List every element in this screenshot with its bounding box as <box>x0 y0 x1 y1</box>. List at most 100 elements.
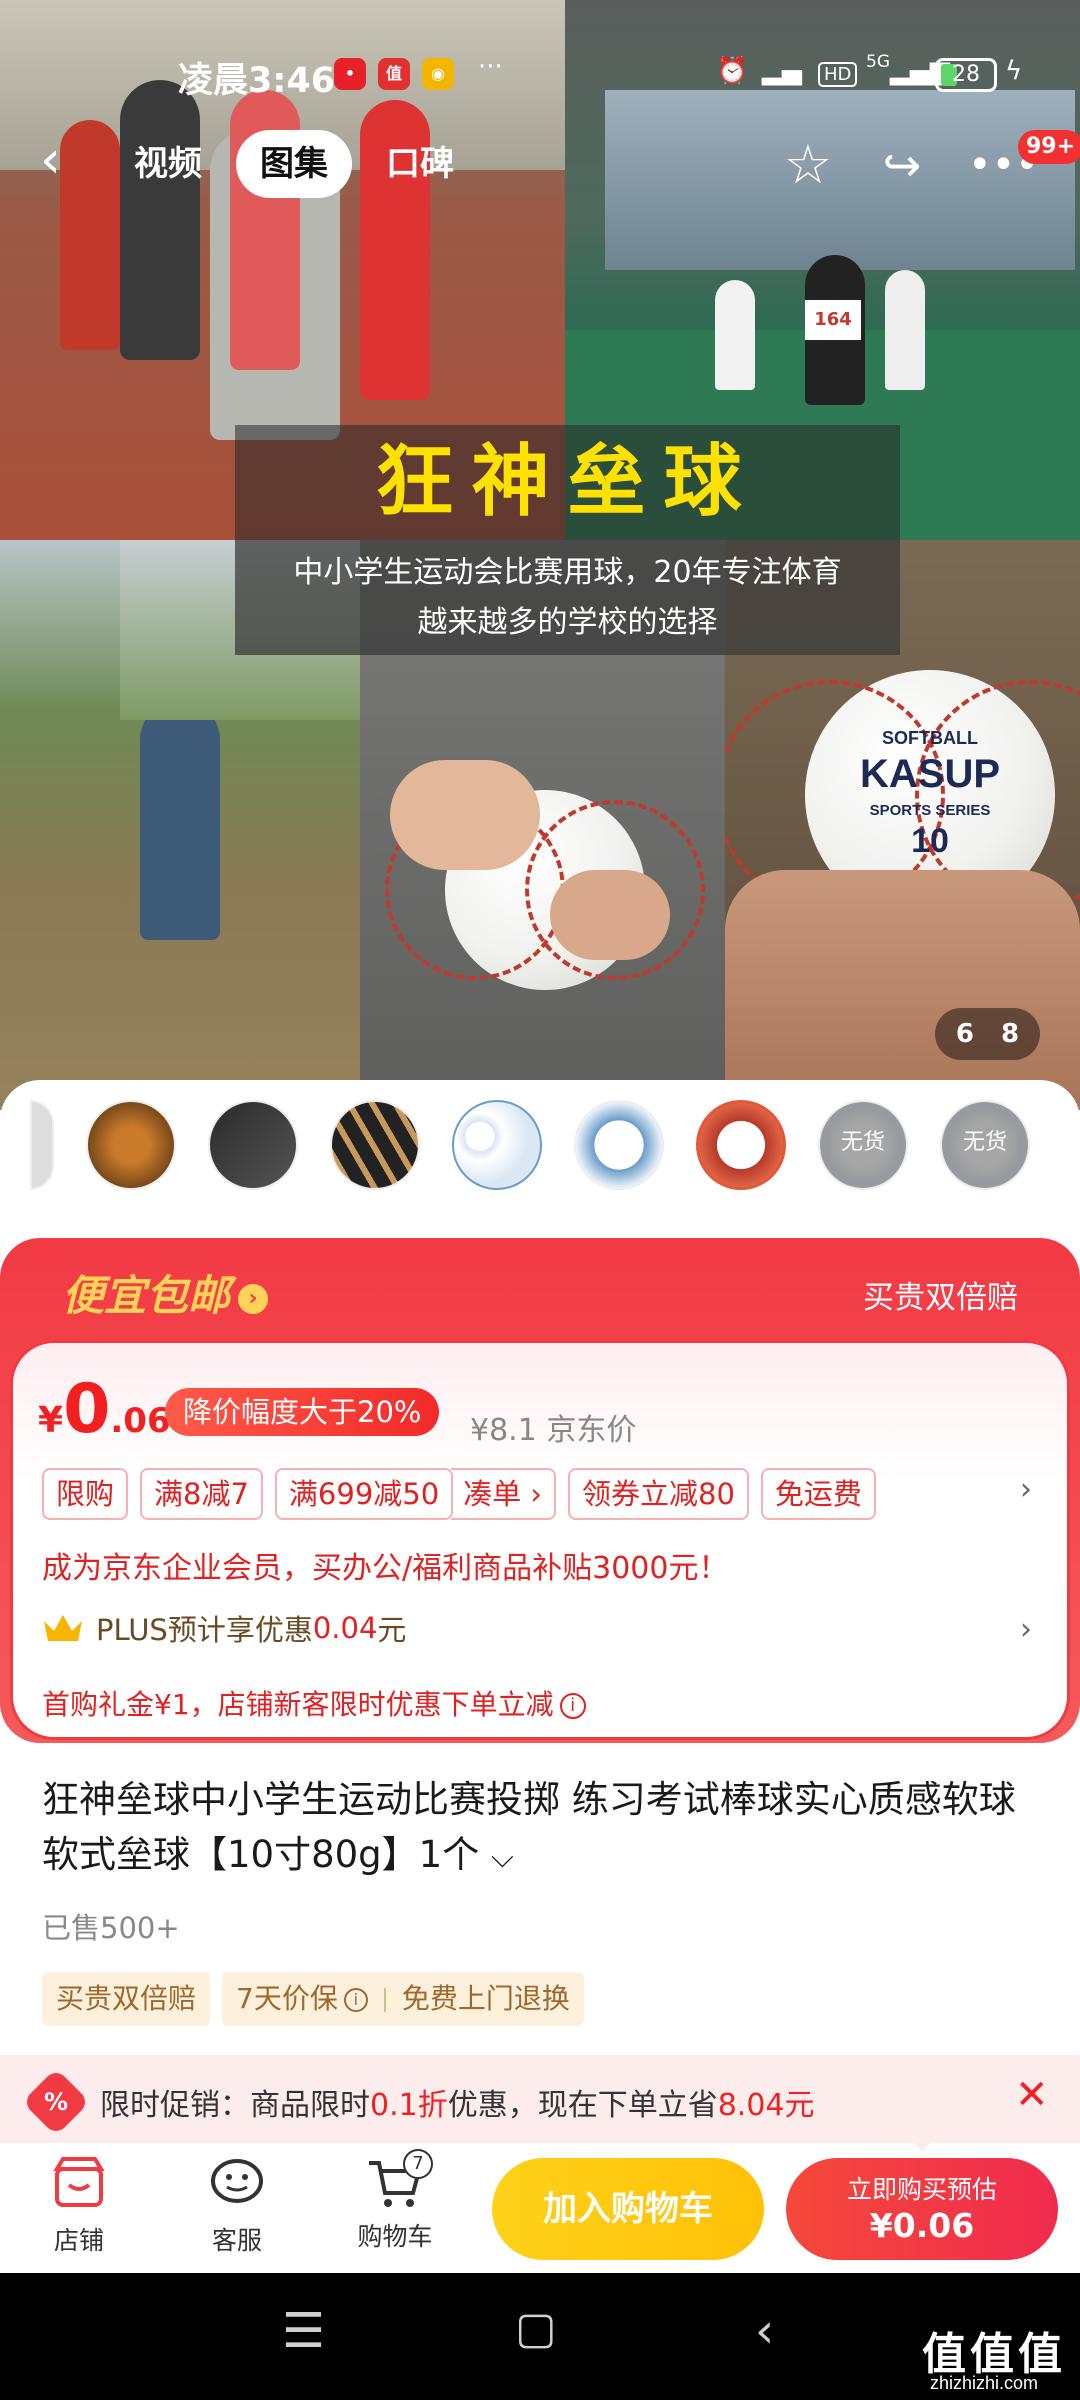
gift-text: 首购礼金¥1，店铺新客限时优惠下单立减 <box>42 1688 554 1721</box>
plus-amount: 0.04 <box>312 1611 378 1645</box>
promo-header-right: 买贵双倍赔 <box>863 1280 1018 1316</box>
price: ¥0.06 <box>38 1370 171 1449</box>
menu-icon[interactable]: ☰ <box>282 2303 325 2359</box>
sku-thumb-out-of-stock-1[interactable]: 无货 <box>818 1100 908 1190</box>
sku-thumb-glove[interactable] <box>86 1100 176 1190</box>
buy-now-price: ¥0.06 <box>869 2206 975 2245</box>
chevron-right-icon[interactable]: › <box>1020 1612 1032 1647</box>
out-of-stock-label: 无货 <box>942 1102 1028 1188</box>
promo-tag[interactable]: 限购 <box>42 1468 129 1520</box>
ball-brand: KASUP <box>859 752 1001 796</box>
service-tag-double-refund[interactable]: 买贵双倍赔 <box>42 1972 211 2026</box>
tooltip-pointer <box>910 2138 934 2152</box>
promo-tag[interactable]: 免运费 <box>760 1468 876 1520</box>
chat-face-icon <box>211 2159 263 2203</box>
status-bar: 凌晨3:46 • 值 ◉ ··· ⏰ ▂▄ HD 5G ▂▄▆ 28 ϟ <box>0 0 1080 150</box>
watermark-domain: zhizhizhi.com <box>930 2373 1039 2393</box>
price-decimal: .06 <box>110 1401 171 1441</box>
cart-label: 购物车 <box>357 2222 433 2251</box>
out-of-stock-label: 无货 <box>820 1102 906 1188</box>
cart-count-badge: 7 <box>403 2149 433 2179</box>
shop-label: 店铺 <box>53 2226 104 2255</box>
zhi-notif-icon: 值 <box>378 58 410 90</box>
weibo-notif-icon: ◉ <box>422 58 454 90</box>
back-icon[interactable]: ‹ <box>40 134 90 186</box>
banner-subtitle: 中小学生运动会比赛用球，20年专注体育 越来越多的学校的选择 <box>235 540 900 655</box>
chevron-right-icon[interactable]: › <box>1020 1472 1032 1507</box>
sku-thumb-ball-selected[interactable] <box>696 1100 786 1190</box>
gallery-tabs: 视频 图集 口碑 <box>110 130 478 198</box>
alarm-icon: ⏰ <box>716 56 749 86</box>
product-title-text: 狂神垒球中小学生运动比赛投掷 练习考试棒球实心质感软球 软式垒球【10寸80g】… <box>42 1778 1016 1876</box>
sku-thumb-partial[interactable] <box>30 1100 54 1190</box>
plus-text: PLUS预计享优惠 <box>96 1613 313 1647</box>
service-tag-free-return: 免费上门退换 <box>401 1982 570 2015</box>
limited-promo-text: 限时促销：商品限时0.1折优惠，现在下单立省8.04元 <box>100 2080 815 2124</box>
notification-badge: 99+ <box>1018 130 1080 164</box>
tab-reviews[interactable]: 口碑 <box>362 130 478 198</box>
enterprise-member-text[interactable]: 成为京东企业会员，买办公/福利商品补贴3000元！ <box>42 1543 728 1587</box>
limited-promo-saving: 8.04元 <box>717 2088 815 2123</box>
shop-button[interactable]: 店铺 <box>24 2155 134 2257</box>
cart-button[interactable]: 7 购物车 <box>340 2149 450 2253</box>
service-label: 客服 <box>211 2226 262 2255</box>
shop-icon <box>53 2157 105 2207</box>
more-notif-icon: ··· <box>478 52 503 82</box>
service-tag-group[interactable]: 7天价保 i 免费上门退换 <box>222 1972 584 2026</box>
sku-thumb-ball-pack[interactable] <box>452 1100 542 1190</box>
chevron-right-icon: › <box>238 1283 269 1314</box>
jd-reference-price: ¥8.1 京东价 <box>470 1413 637 1448</box>
sku-thumb-bats[interactable] <box>330 1100 420 1190</box>
limited-promo-prefix: 限时促销：商品限时 <box>100 2088 370 2123</box>
sku-thumbnail-strip: 无货 无货 <box>0 1080 1080 1240</box>
ball-number: 10 <box>911 822 949 860</box>
price-currency: ¥ <box>38 1400 64 1441</box>
buy-now-label: 立即购买预估 <box>846 2175 997 2204</box>
add-to-cart-button[interactable]: 加入购物车 <box>492 2158 764 2260</box>
first-purchase-gift[interactable]: 首购礼金¥1，店铺新客限时优惠下单立减 i <box>42 1683 586 1723</box>
service-tag-price-protect: 7天价保 <box>236 1982 338 2015</box>
product-title[interactable]: 狂神垒球中小学生运动比赛投掷 练习考试棒球实心质感软球 软式垒球【10寸80g】… <box>42 1772 1042 1885</box>
banner-title: 狂神垒球 <box>235 425 900 540</box>
sku-thumb-bat-glove[interactable] <box>208 1100 298 1190</box>
customer-service-button[interactable]: 客服 <box>182 2155 292 2257</box>
tab-video[interactable]: 视频 <box>110 130 226 198</box>
ball-series: SPORTS SERIES <box>869 802 991 819</box>
sold-count: 已售500+ <box>42 1911 180 1945</box>
app-notif-icon: • <box>334 58 366 90</box>
battery-icon: 28 <box>935 58 997 92</box>
price-integer: 0 <box>63 1370 111 1449</box>
promo-header-left: 便宜包邮 <box>62 1271 231 1320</box>
price-drop-badge: 降价幅度大于20% <box>165 1388 440 1436</box>
info-icon[interactable]: i <box>343 1988 368 2012</box>
chevron-down-icon[interactable]: ⌵ <box>491 1840 514 1875</box>
buy-now-button[interactable]: 立即购买预估 ¥0.06 <box>786 2158 1058 2260</box>
charging-icon: ϟ <box>1005 56 1023 86</box>
battery-level: 28 <box>952 62 980 87</box>
plus-discount-row[interactable]: PLUS预计享优惠 0.04 元 <box>42 1607 406 1649</box>
share-icon[interactable]: ↪ <box>872 135 932 195</box>
home-icon[interactable]: ▢ <box>515 2303 557 2354</box>
signal-off-icon: ▂▄ <box>762 56 802 86</box>
sku-thumb-ball-blue[interactable] <box>574 1100 664 1190</box>
promo-tag[interactable]: 满699减50 <box>274 1468 454 1520</box>
banner-subtitle-line2: 越来越多的学校的选择 <box>417 605 718 640</box>
crown-icon <box>44 1615 82 1641</box>
network-type: 5G <box>866 52 890 72</box>
add-on-order-tag[interactable]: 凑单 › <box>451 1468 557 1520</box>
system-back-icon[interactable]: ‹ <box>755 2303 774 2359</box>
close-icon[interactable]: ✕ <box>1015 2072 1049 2118</box>
limited-promo-discount: 0.1折 <box>370 2088 448 2123</box>
promo-tag[interactable]: 领券立减80 <box>568 1468 749 1520</box>
status-time: 凌晨3:46 <box>178 61 336 101</box>
favorite-star-icon[interactable]: ☆ <box>778 135 838 195</box>
page-indicator: 6 8 <box>935 1008 1040 1060</box>
tab-gallery[interactable]: 图集 <box>236 130 352 198</box>
cheap-free-shipping-link[interactable]: 便宜包邮 › <box>62 1262 269 1323</box>
sku-thumb-out-of-stock-2[interactable]: 无货 <box>940 1100 1030 1190</box>
bib-number: 164 <box>805 300 861 340</box>
promo-tags[interactable]: 限购 满8减7 满699减50 凑单 › 领券立减80 免运费 <box>42 1468 876 1520</box>
service-tags[interactable]: 买贵双倍赔 7天价保 i 免费上门退换 <box>42 1972 584 2026</box>
info-icon[interactable]: i <box>559 1693 586 1719</box>
promo-tag[interactable]: 满8减7 <box>140 1468 263 1520</box>
